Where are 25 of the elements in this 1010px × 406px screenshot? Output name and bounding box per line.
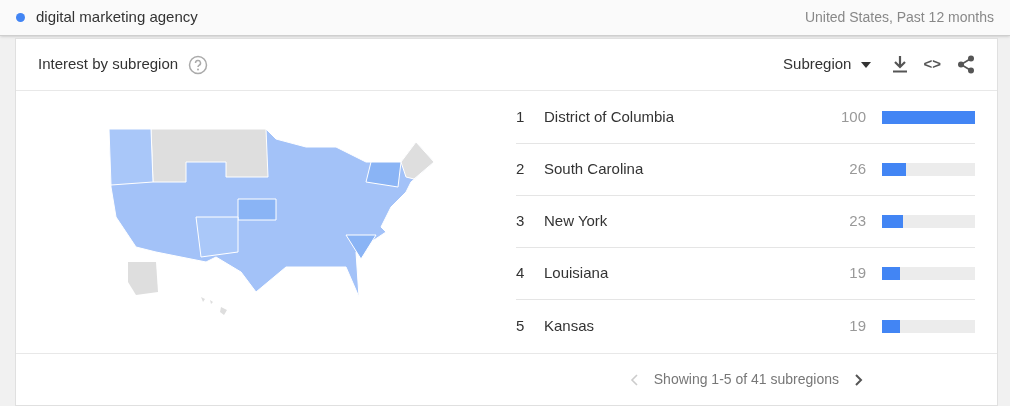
interest-value: 23 [849,211,866,232]
embed-icon[interactable]: <> [923,53,941,76]
share-icon[interactable] [957,55,975,74]
next-page-icon[interactable] [855,373,863,386]
interest-value: 100 [840,107,866,128]
interest-value: 19 [849,263,866,284]
region-name: New York [544,211,608,232]
interest-value: 26 [849,159,866,180]
interest-value: 19 [849,315,866,336]
search-term: digital marketing agency [36,7,198,28]
region-name: Louisiana [544,263,609,284]
rank-number: 4 [516,263,526,284]
subregion-dropdown[interactable]: Subregion [783,53,872,76]
card-title: Interest by subregion [38,54,179,75]
download-icon[interactable] [893,56,908,73]
rank-number: 1 [516,107,526,128]
rank-number: 2 [516,159,526,180]
region-name: District of Columbia [544,107,675,128]
region-name: Kansas [544,315,595,336]
caret-icon [861,61,872,68]
region-name: South Carolina [544,159,644,180]
scope-label: United States, Past 12 months [804,8,994,27]
rank-number: 3 [516,211,526,232]
pager-text: Showing 1-5 of 41 subregions [653,370,839,389]
rank-number: 5 [516,315,526,336]
